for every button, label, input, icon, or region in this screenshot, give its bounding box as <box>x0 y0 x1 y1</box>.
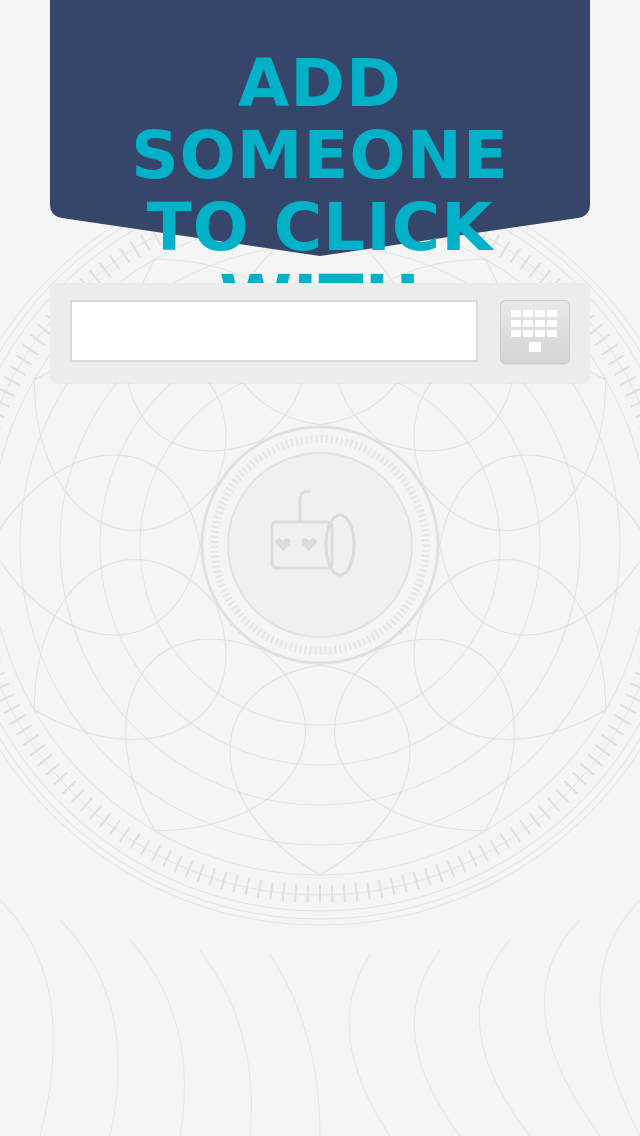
entry-panel <box>50 283 590 383</box>
keypad-icon <box>511 310 557 352</box>
keypad-button[interactable] <box>500 300 570 364</box>
search-input[interactable] <box>70 300 478 362</box>
slot-machine-emblem <box>200 425 440 665</box>
header-banner: ADD SOMEONE TO CLICK WITH <box>50 0 590 336</box>
